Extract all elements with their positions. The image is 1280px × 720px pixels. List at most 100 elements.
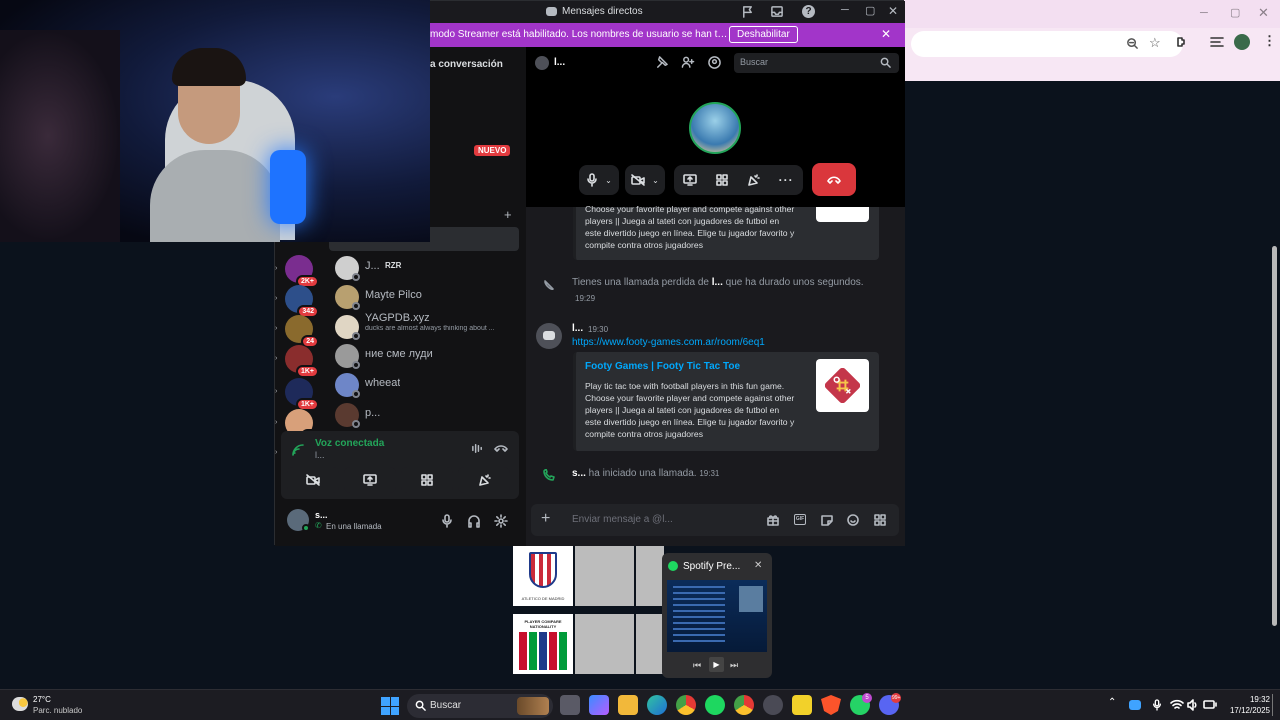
mic-toggle-button[interactable]: ⌄: [579, 165, 619, 195]
screen-share-icon[interactable]: [683, 174, 698, 186]
attach-plus-icon[interactable]: +: [541, 510, 550, 528]
message-author-avatar[interactable]: [536, 323, 562, 349]
close-icon[interactable]: ✕: [888, 4, 898, 18]
disconnect-icon[interactable]: [494, 443, 508, 453]
edge-icon[interactable]: [647, 695, 667, 715]
settings-gear-icon[interactable]: [494, 514, 508, 528]
game-thumbnail-2[interactable]: [575, 546, 634, 606]
nationality-thumbnail[interactable]: PLAYER COMPARE NATIONALITY: [513, 614, 573, 674]
spotify-taskbar-icon[interactable]: [705, 695, 725, 715]
scrollbar-thumb[interactable]: [1272, 246, 1277, 626]
copilot-icon[interactable]: [589, 695, 609, 715]
dm-list-item[interactable]: J... RZR: [329, 254, 519, 282]
notes-icon[interactable]: [792, 695, 812, 715]
clock-date[interactable]: 17/12/2025: [1222, 706, 1270, 715]
minimize-icon[interactable]: ─: [841, 4, 849, 16]
taskbar-search[interactable]: Buscar: [407, 694, 553, 718]
volume-icon[interactable]: [1187, 699, 1199, 711]
disable-streamer-button[interactable]: Deshabilitar: [729, 26, 798, 43]
previous-embed-thumbnail[interactable]: [816, 207, 869, 222]
show-desktop-button[interactable]: [1272, 694, 1278, 716]
started-call-user[interactable]: s...: [572, 468, 586, 479]
weather-temperature[interactable]: 27°C: [33, 695, 51, 704]
gif-icon[interactable]: GIF: [794, 514, 806, 525]
reading-list-icon[interactable]: [1210, 36, 1224, 48]
chrome-icon[interactable]: [676, 695, 696, 715]
pin-icon[interactable]: [655, 56, 668, 69]
server-icon[interactable]: 1K+: [285, 378, 319, 411]
embed-title[interactable]: Footy Games | Footy Tic Tac Toe: [585, 361, 740, 372]
profile-avatar[interactable]: [1234, 34, 1250, 50]
play-button[interactable]: ▶: [709, 657, 724, 672]
maximize-icon[interactable]: ▢: [865, 4, 875, 17]
conversation-button-label[interactable]: a conversación: [430, 59, 503, 70]
add-friend-icon[interactable]: [681, 56, 695, 69]
onedrive-icon[interactable]: [1129, 700, 1141, 710]
apps-icon[interactable]: [874, 514, 886, 526]
file-explorer-icon[interactable]: [618, 695, 638, 715]
help-icon[interactable]: ?: [802, 5, 815, 18]
gift-icon[interactable]: [767, 514, 779, 526]
game-thumbnail-4[interactable]: [575, 614, 634, 674]
weather-description[interactable]: Parc. nublado: [33, 706, 82, 715]
close-icon[interactable]: ✕: [1258, 5, 1269, 21]
battery-icon[interactable]: [1203, 700, 1217, 709]
missed-call-user[interactable]: l...: [712, 277, 723, 288]
minimize-icon[interactable]: ─: [1200, 7, 1208, 19]
previous-track-icon[interactable]: ⏮: [693, 660, 701, 671]
dm-list-item[interactable]: ние сме луди: [329, 342, 519, 370]
maximize-icon[interactable]: ▢: [1230, 6, 1240, 19]
inbox-icon[interactable]: [770, 5, 784, 18]
server-icon[interactable]: 1K+: [285, 345, 319, 378]
dm-list-item[interactable]: p...: [329, 401, 519, 429]
message-author[interactable]: l...: [572, 323, 583, 334]
extensions-icon[interactable]: [1175, 35, 1189, 49]
message-input[interactable]: + Enviar mensaje a @l... GIF: [531, 504, 899, 536]
next-track-icon[interactable]: ⏭: [730, 660, 738, 671]
atletico-thumbnail[interactable]: ATLETICO DE MADRID: [513, 546, 573, 606]
voice-channel-name[interactable]: l...: [315, 450, 325, 460]
address-bar[interactable]: ☆: [911, 31, 1183, 57]
emoji-icon[interactable]: [847, 514, 859, 526]
soundboard-button[interactable]: [458, 467, 510, 493]
game-thumbnail-3[interactable]: [636, 546, 664, 606]
sticker-icon[interactable]: [821, 514, 833, 526]
call-participant-avatar[interactable]: [689, 102, 741, 154]
headphones-icon[interactable]: [467, 514, 481, 528]
dm-header-name[interactable]: l...: [554, 57, 565, 68]
user-profile-icon[interactable]: [708, 56, 721, 69]
task-view-icon[interactable]: [560, 695, 580, 715]
spotify-preview[interactable]: Spotify Pre... ✕ ⏮ ▶ ⏭: [662, 553, 772, 678]
screen-share-button[interactable]: [344, 467, 396, 493]
brave-icon[interactable]: [821, 695, 841, 715]
microphone-icon[interactable]: [441, 514, 453, 528]
steam-icon[interactable]: [763, 695, 783, 715]
bookmark-star-icon[interactable]: ☆: [1149, 35, 1161, 51]
game-thumbnail-5[interactable]: [636, 614, 664, 674]
add-dm-icon[interactable]: +: [504, 207, 512, 222]
zoom-icon[interactable]: [1126, 37, 1139, 50]
clock-time[interactable]: 19:32: [1228, 695, 1270, 704]
menu-dots-icon[interactable]: ⋮: [1263, 33, 1276, 49]
server-icon[interactable]: 24: [285, 315, 319, 348]
camera-toggle-button[interactable]: ⌄: [625, 165, 665, 195]
weather-icon[interactable]: [12, 697, 28, 711]
more-options-icon[interactable]: ···: [779, 173, 794, 187]
camera-toggle-button[interactable]: [287, 467, 339, 493]
activities-icon[interactable]: [716, 174, 728, 186]
voice-waveform-icon[interactable]: [471, 442, 484, 455]
dm-list-item[interactable]: YAGPDB.xyz ducks are almost always thinki…: [329, 312, 519, 341]
server-icon[interactable]: 2K+: [285, 255, 319, 288]
hang-up-button[interactable]: [812, 163, 856, 196]
chevron-up-icon[interactable]: ⌃: [1108, 697, 1116, 708]
dm-list-item[interactable]: wheeat: [329, 371, 519, 399]
dm-list-item[interactable]: Mayte Pilco: [329, 283, 519, 311]
flag-icon[interactable]: [741, 5, 754, 18]
server-icon[interactable]: 342: [285, 285, 319, 318]
page-scrollbar[interactable]: [1270, 81, 1280, 689]
soundboard-icon[interactable]: [747, 174, 760, 186]
chrome-profile-icon[interactable]: [734, 695, 754, 715]
banner-close-icon[interactable]: ✕: [881, 27, 891, 41]
microphone-icon[interactable]: [1152, 698, 1162, 712]
start-windows-icon[interactable]: [381, 697, 399, 715]
